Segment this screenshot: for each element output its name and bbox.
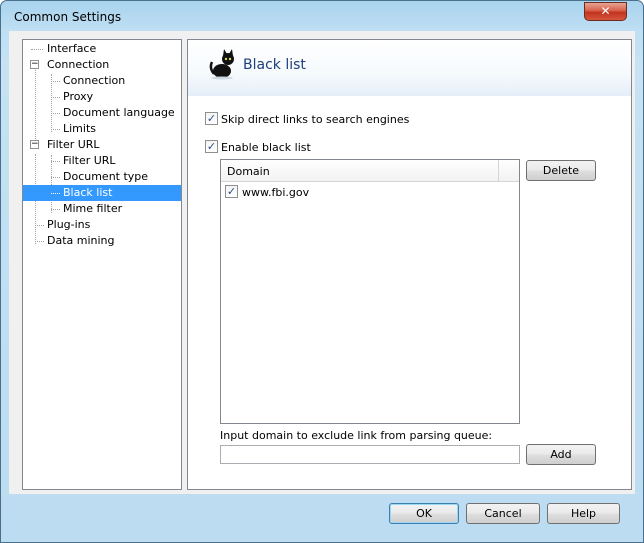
close-button[interactable]: ✕: [584, 2, 627, 21]
tree-item-filter-url[interactable]: Filter URL: [23, 153, 181, 169]
tree-item-black-list[interactable]: Black list: [23, 185, 181, 201]
close-icon: ✕: [600, 4, 611, 18]
tree-item-plug-ins[interactable]: Plug-ins: [23, 217, 181, 233]
window-title: Common Settings: [14, 10, 122, 24]
tree-item-mime-filter[interactable]: Mime filter: [23, 201, 181, 217]
tree-item-document-language[interactable]: Document language: [23, 105, 181, 121]
black-cat-icon: [209, 49, 234, 80]
domain-input[interactable]: [220, 445, 520, 464]
list-item[interactable]: ✓ www.fbi.gov: [225, 184, 515, 200]
column-separator[interactable]: [498, 160, 499, 182]
dialog-client: Interface − Connection Connection Proxy …: [9, 31, 635, 494]
cancel-button-label: Cancel: [484, 507, 522, 520]
add-button-label: Add: [550, 448, 572, 461]
tree-item-label: Mime filter: [63, 202, 123, 215]
black-list-listbox[interactable]: Domain ✓ www.fbi.gov: [220, 159, 520, 424]
domain-column-header[interactable]: Domain: [227, 165, 270, 178]
skip-links-checkbox[interactable]: ✓: [205, 112, 218, 125]
enable-black-list-checkbox[interactable]: ✓: [205, 140, 218, 153]
domain-cell: www.fbi.gov: [242, 186, 310, 199]
tree-item-label: Black list: [61, 185, 115, 201]
tree-item-label: Filter URL: [47, 138, 100, 151]
tree-item-limits[interactable]: Limits: [23, 121, 181, 137]
settings-panel: Black list ✓ Skip direct links to search…: [187, 39, 632, 490]
tree-item-label: Data mining: [47, 234, 115, 247]
cancel-button[interactable]: Cancel: [466, 503, 540, 524]
tree-item-label: Document language: [63, 106, 175, 119]
settings-window: Common Settings ✕ Interface − Connection…: [0, 0, 644, 543]
check-mark-icon: ✓: [226, 185, 237, 198]
settings-tree: Interface − Connection Connection Proxy …: [22, 39, 182, 490]
domain-input-label: Input domain to exclude link from parsin…: [220, 429, 493, 442]
tree-item-label: Limits: [63, 122, 96, 135]
tree-item-interface[interactable]: Interface: [23, 41, 181, 57]
add-button[interactable]: Add: [526, 444, 596, 465]
check-mark-icon: ✓: [206, 112, 217, 125]
page-title: Black list: [243, 57, 306, 73]
tree-item-label: Document type: [63, 170, 149, 183]
tree-item-connection[interactable]: Connection: [23, 73, 181, 89]
collapse-icon[interactable]: −: [30, 140, 39, 149]
tree-item-label: Interface: [47, 42, 97, 55]
tree-item-label: Connection: [63, 74, 126, 87]
row-checkbox[interactable]: ✓: [225, 185, 238, 198]
ok-button-label: OK: [416, 507, 432, 520]
delete-button-label: Delete: [542, 164, 580, 177]
check-mark-icon: ✓: [206, 140, 217, 153]
tree-item-proxy[interactable]: Proxy: [23, 89, 181, 105]
list-header: Domain: [221, 160, 519, 182]
ok-button[interactable]: OK: [389, 503, 459, 524]
tree-item-filter-url-group[interactable]: − Filter URL: [23, 137, 181, 153]
help-button-label: Help: [570, 507, 597, 520]
tree-item-data-mining[interactable]: Data mining: [23, 233, 181, 249]
delete-button[interactable]: Delete: [526, 160, 596, 181]
tree-item-label: Proxy: [63, 90, 94, 103]
tree-item-connection-group[interactable]: − Connection: [23, 57, 181, 73]
panel-header: Black list: [188, 40, 631, 96]
tree-item-label: Filter URL: [63, 154, 116, 167]
tree-item-document-type[interactable]: Document type: [23, 169, 181, 185]
tree-item-label: Plug-ins: [47, 218, 91, 231]
title-bar[interactable]: Common Settings ✕: [1, 1, 643, 31]
collapse-icon[interactable]: −: [30, 60, 39, 69]
skip-links-label[interactable]: Skip direct links to search engines: [221, 113, 409, 126]
enable-black-list-label[interactable]: Enable black list: [221, 141, 311, 154]
help-button[interactable]: Help: [547, 503, 620, 524]
tree-item-label: Connection: [47, 58, 110, 71]
